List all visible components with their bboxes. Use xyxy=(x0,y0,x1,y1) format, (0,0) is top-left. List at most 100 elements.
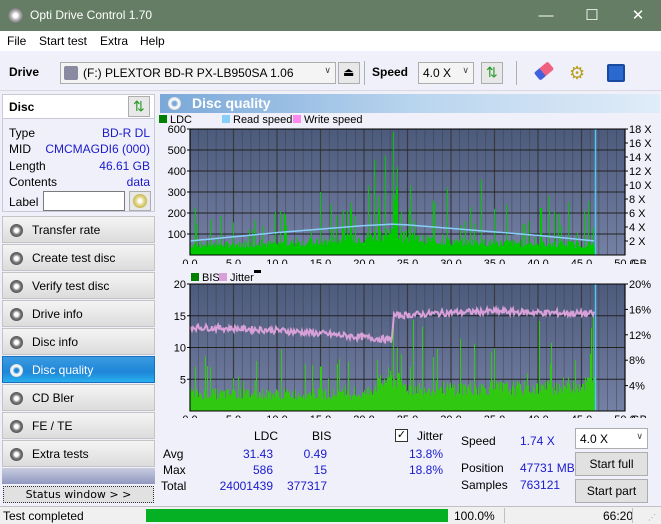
menu-help[interactable]: Help xyxy=(140,34,165,48)
disc-row-type: Type BD-R DL xyxy=(9,126,150,140)
data-bar xyxy=(517,243,518,255)
data-bar xyxy=(519,241,520,255)
data-bar xyxy=(352,396,353,411)
data-bar xyxy=(491,351,492,411)
y2-tick-label: 18 X xyxy=(629,124,652,136)
data-bar xyxy=(556,382,557,411)
data-bar xyxy=(321,243,322,255)
disc-label-input[interactable] xyxy=(43,191,125,211)
nav-extra-tests[interactable]: Extra tests xyxy=(2,440,155,467)
data-bar xyxy=(281,349,282,411)
data-bar xyxy=(531,243,532,255)
drive-select[interactable]: (F:) PLEXTOR BD-R PX-LB950SA 1.06 ∨ xyxy=(60,62,336,84)
data-bar xyxy=(370,233,371,255)
chevron-down-icon: ∨ xyxy=(324,65,331,75)
data-bar xyxy=(583,247,584,255)
nav-drive-info[interactable]: Drive info xyxy=(2,300,155,327)
data-bar xyxy=(443,244,444,255)
nav-fe-te[interactable]: FE / TE xyxy=(2,412,155,439)
data-bar xyxy=(554,211,555,255)
data-bar xyxy=(410,185,411,255)
data-bar xyxy=(487,394,488,411)
data-bar xyxy=(297,237,298,255)
panel-header: Disc quality xyxy=(160,94,660,113)
nav-disc-quality[interactable]: Disc quality xyxy=(2,356,155,383)
menu-start-test[interactable]: Start test xyxy=(39,34,87,48)
data-bar xyxy=(431,392,432,411)
data-bar xyxy=(256,360,257,411)
data-bar xyxy=(358,394,359,411)
main-panel: Disc quality LDC Read speed Write speed … xyxy=(158,92,661,506)
erase-button[interactable] xyxy=(532,61,556,85)
data-bar xyxy=(520,384,521,411)
data-bar xyxy=(453,387,454,411)
speed-select[interactable]: 4.0 X ∨ xyxy=(418,62,474,84)
disc-label-button[interactable] xyxy=(129,191,151,211)
jitter-checkbox[interactable]: ✓ xyxy=(395,429,408,442)
x-tick-label: 40.0 xyxy=(527,258,548,264)
data-bar xyxy=(466,239,467,255)
data-bar xyxy=(456,393,457,411)
test-speed-select[interactable]: 4.0 X ∨ xyxy=(575,428,648,449)
minimize-button[interactable]: — xyxy=(523,0,569,31)
data-bar xyxy=(435,240,436,255)
data-bar xyxy=(286,225,287,255)
y-tick-label: 20 xyxy=(174,279,186,291)
data-bar xyxy=(199,244,200,255)
settings-button[interactable]: ⚙ xyxy=(567,61,591,85)
start-full-button[interactable]: Start full xyxy=(575,452,648,476)
data-bar xyxy=(354,386,355,411)
data-bar xyxy=(253,247,254,255)
stats-label-max: Max xyxy=(163,463,186,477)
nav-create-test-disc[interactable]: Create test disc xyxy=(2,244,155,271)
status-window-button[interactable]: Status window > > xyxy=(3,486,154,503)
nav-cd-bler[interactable]: CD Bler xyxy=(2,384,155,411)
maximize-button[interactable]: ☐ xyxy=(569,0,615,31)
data-bar xyxy=(574,244,575,255)
data-bar xyxy=(293,239,294,255)
data-bar xyxy=(214,242,215,255)
data-bar xyxy=(240,388,241,411)
data-bar xyxy=(480,392,481,411)
save-button[interactable] xyxy=(604,61,628,85)
eject-button[interactable]: ⏏ xyxy=(338,62,360,84)
data-bar xyxy=(217,389,218,411)
data-bar xyxy=(258,242,259,255)
data-bar xyxy=(265,243,266,255)
bis-chart: BIS Jitter 0.0 5.0 10.0 15.0 20.0 25.0 30.0 35.… xyxy=(174,270,651,418)
data-bar xyxy=(588,377,589,411)
resize-grip-icon[interactable]: ⋰ xyxy=(648,513,656,522)
menu-file[interactable]: File xyxy=(7,34,26,48)
close-button[interactable]: ✕ xyxy=(615,0,661,31)
x-tick-label: 40.0 xyxy=(527,414,548,418)
data-bar xyxy=(374,159,375,255)
data-bar xyxy=(247,390,248,411)
data-bar xyxy=(557,246,558,255)
legend-bis: BIS xyxy=(202,272,220,284)
data-bar xyxy=(499,246,500,255)
data-bar xyxy=(322,390,323,411)
data-bar xyxy=(479,245,480,255)
start-part-button[interactable]: Start part xyxy=(575,479,648,503)
nav-transfer-rate[interactable]: Transfer rate xyxy=(2,216,155,243)
nav-verify-test-disc[interactable]: Verify test disc xyxy=(2,272,155,299)
data-bar xyxy=(365,239,366,255)
data-bar xyxy=(369,237,370,255)
data-bar xyxy=(223,246,224,255)
data-bar xyxy=(454,239,455,255)
data-bar xyxy=(369,395,370,411)
refresh-button[interactable]: ⇅ xyxy=(481,62,503,84)
nav-disc-info[interactable]: Disc info xyxy=(2,328,155,355)
data-bar xyxy=(440,386,441,411)
data-bar xyxy=(219,245,220,255)
data-bar xyxy=(585,377,586,411)
data-bar xyxy=(458,383,459,411)
disc-refresh-button[interactable]: ⇅ xyxy=(128,96,150,117)
data-bar xyxy=(296,243,297,255)
data-bar xyxy=(472,239,473,255)
data-bar xyxy=(568,377,569,411)
menu-extra[interactable]: Extra xyxy=(100,34,128,48)
data-bar xyxy=(391,375,392,411)
data-bar xyxy=(349,236,350,255)
data-bar xyxy=(549,196,550,255)
